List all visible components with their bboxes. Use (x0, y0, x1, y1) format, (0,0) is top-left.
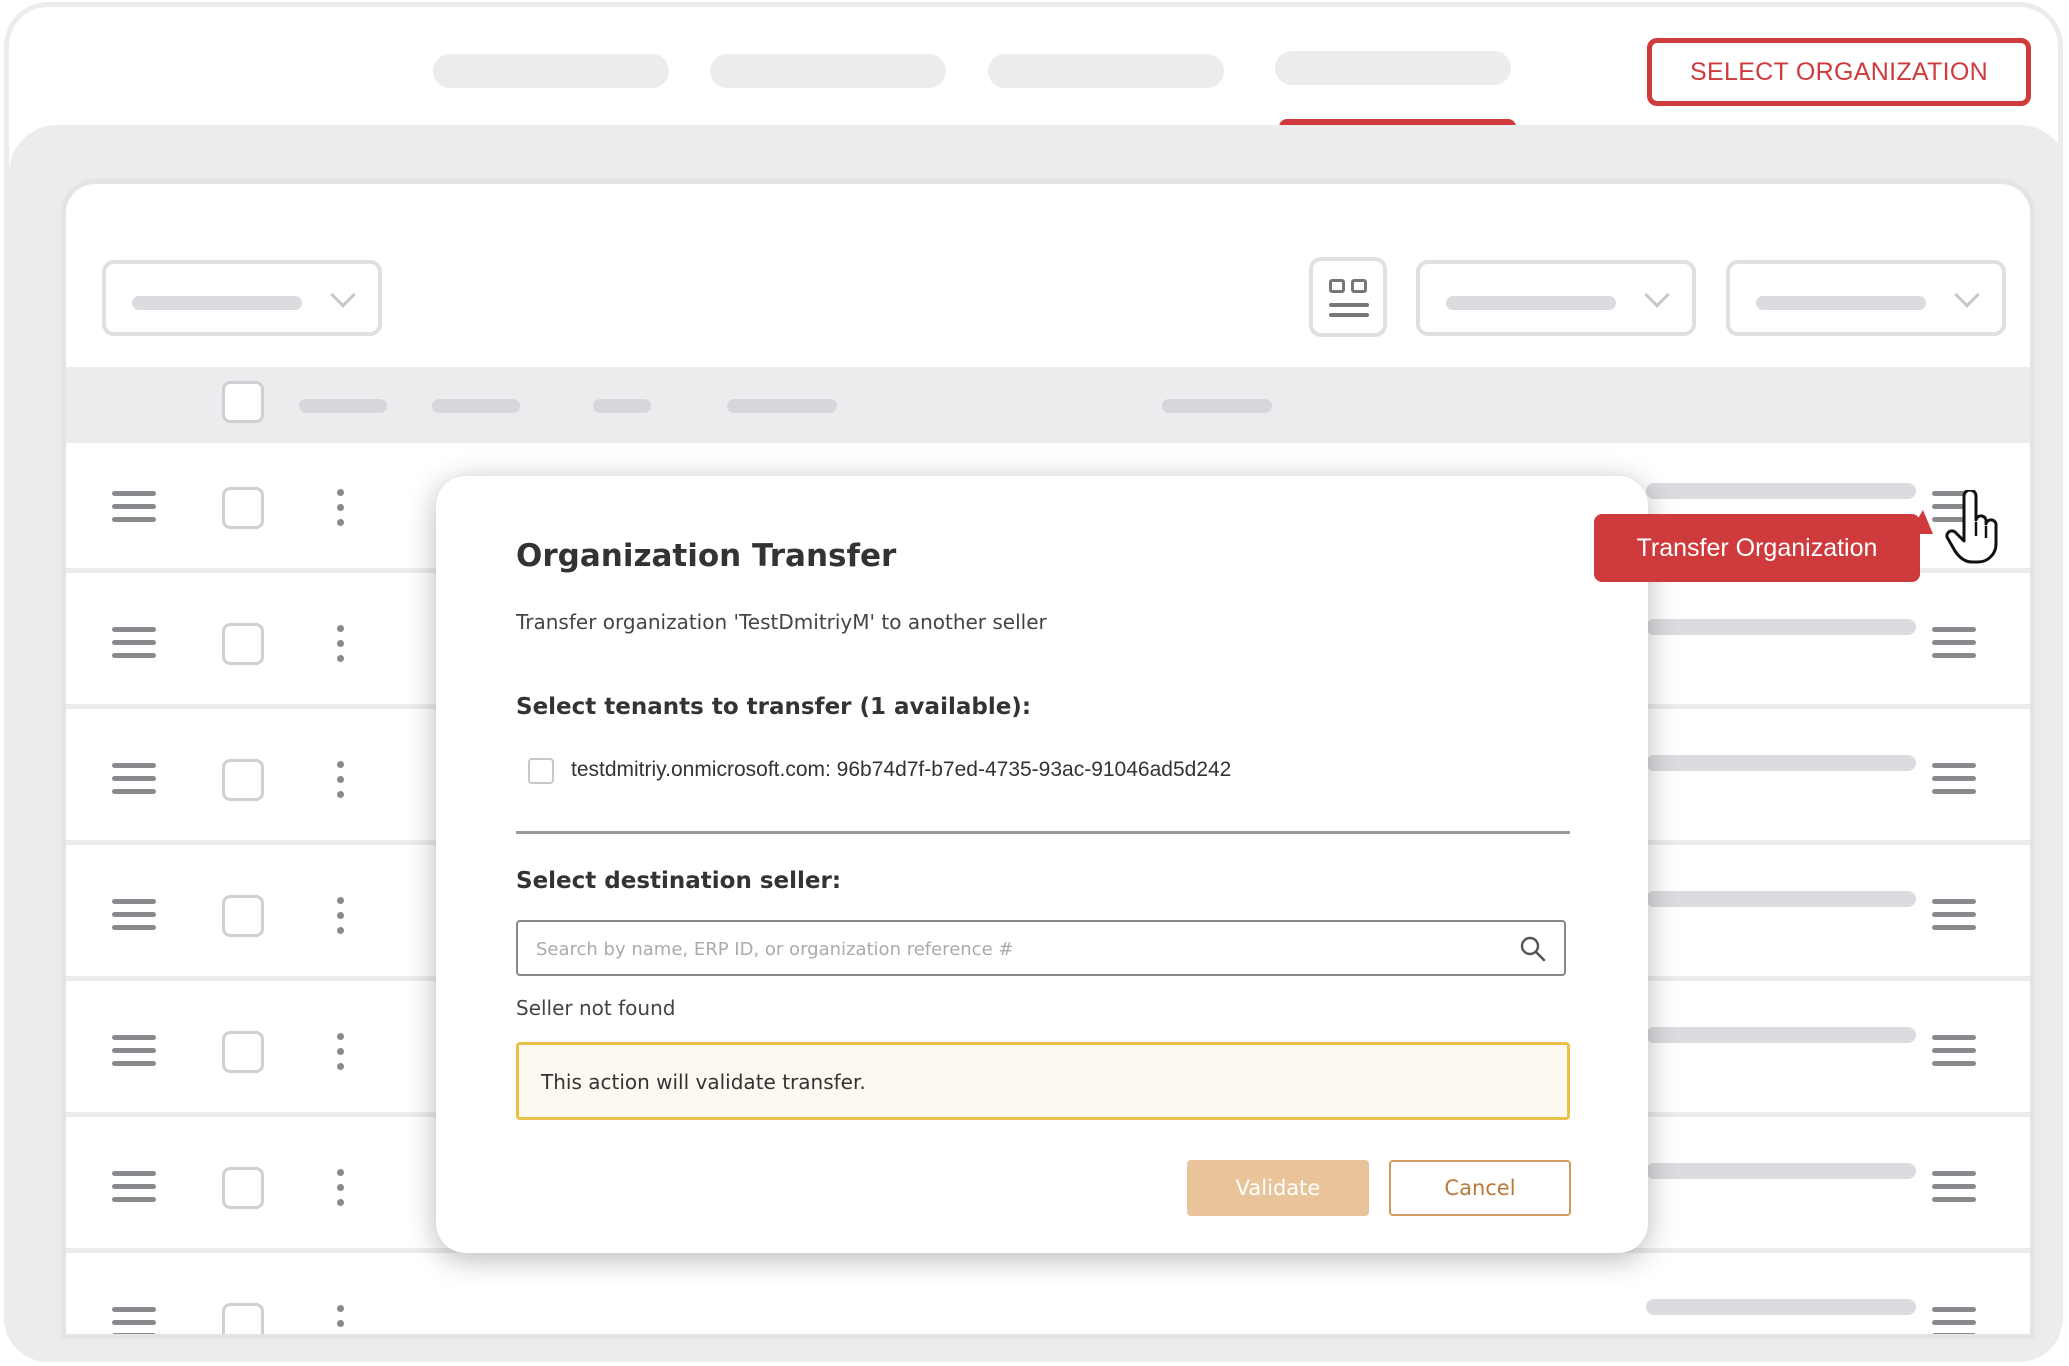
drag-handle-icon[interactable] (112, 1035, 156, 1074)
row-menu-icon[interactable] (1932, 1035, 1976, 1074)
more-vertical-icon[interactable] (337, 1305, 345, 1334)
dialog-title: Organization Transfer (516, 538, 897, 574)
seller-not-found-text: Seller not found (516, 996, 676, 1020)
row-menu-icon[interactable] (1932, 899, 1976, 938)
table-header (66, 367, 2030, 443)
hand-pointer-icon (1945, 490, 1998, 564)
row-checkbox[interactable] (222, 487, 264, 529)
seller-search-input[interactable] (536, 934, 1476, 964)
more-vertical-icon[interactable] (337, 1033, 345, 1078)
row-checkbox[interactable] (222, 1303, 264, 1334)
more-vertical-icon[interactable] (337, 625, 345, 670)
seller-search-field[interactable] (516, 920, 1566, 976)
row-checkbox[interactable] (222, 759, 264, 801)
chevron-down-icon (330, 282, 356, 308)
row-menu-icon[interactable] (1932, 1171, 1976, 1210)
select-all-checkbox[interactable] (222, 381, 264, 423)
drag-handle-icon[interactable] (112, 899, 156, 938)
row-checkbox[interactable] (222, 623, 264, 665)
validation-notice: This action will validate transfer. (516, 1042, 1570, 1120)
more-vertical-icon[interactable] (337, 761, 345, 806)
chevron-down-icon (1954, 282, 1980, 308)
validate-button[interactable]: Validate (1187, 1160, 1369, 1216)
table-row[interactable] (66, 1259, 2030, 1334)
chevron-down-icon (1644, 282, 1670, 308)
cancel-button[interactable]: Cancel (1389, 1160, 1571, 1216)
more-vertical-icon[interactable] (337, 897, 345, 942)
more-vertical-icon[interactable] (337, 1169, 345, 1214)
drag-handle-icon[interactable] (112, 763, 156, 802)
select-organization-button[interactable]: SELECT ORGANIZATION (1647, 38, 2031, 106)
drag-handle-icon[interactable] (112, 1307, 156, 1334)
row-checkbox[interactable] (222, 1167, 264, 1209)
nav-tab-placeholder-1[interactable] (433, 54, 669, 88)
row-checkbox[interactable] (222, 895, 264, 937)
nav-tab-placeholder-2[interactable] (710, 54, 946, 88)
search-icon[interactable] (1518, 934, 1548, 964)
notice-text: This action will validate transfer. (541, 1070, 866, 1094)
organization-transfer-dialog: Organization Transfer Transfer organizat… (436, 476, 1648, 1253)
dialog-subtitle: Transfer organization 'TestDmitriyM' to … (516, 610, 1047, 634)
divider (516, 831, 1570, 834)
tenant-checkbox[interactable] (528, 758, 554, 784)
seller-heading: Select destination seller: (516, 868, 842, 894)
tenants-heading: Select tenants to transfer (1 available)… (516, 694, 1032, 720)
row-menu-icon[interactable] (1932, 1307, 1976, 1334)
drag-handle-icon[interactable] (112, 1171, 156, 1210)
page-size-dropdown[interactable] (1726, 260, 2006, 336)
tenant-label: testdmitriy.onmicrosoft.com: 96b74d7f-b7… (571, 758, 1232, 781)
row-menu-icon[interactable] (1932, 627, 1976, 666)
filter-dropdown[interactable] (102, 260, 382, 336)
transfer-organization-tooltip: Transfer Organization (1594, 514, 1920, 582)
drag-handle-icon[interactable] (112, 491, 156, 530)
more-vertical-icon[interactable] (337, 489, 345, 534)
nav-tab-placeholder-active[interactable] (1275, 51, 1511, 85)
row-checkbox[interactable] (222, 1031, 264, 1073)
drag-handle-icon[interactable] (112, 627, 156, 666)
nav-tab-placeholder-3[interactable] (988, 54, 1224, 88)
grid-view-button[interactable] (1309, 257, 1387, 337)
sort-dropdown[interactable] (1416, 260, 1696, 336)
row-menu-icon[interactable] (1932, 763, 1976, 802)
